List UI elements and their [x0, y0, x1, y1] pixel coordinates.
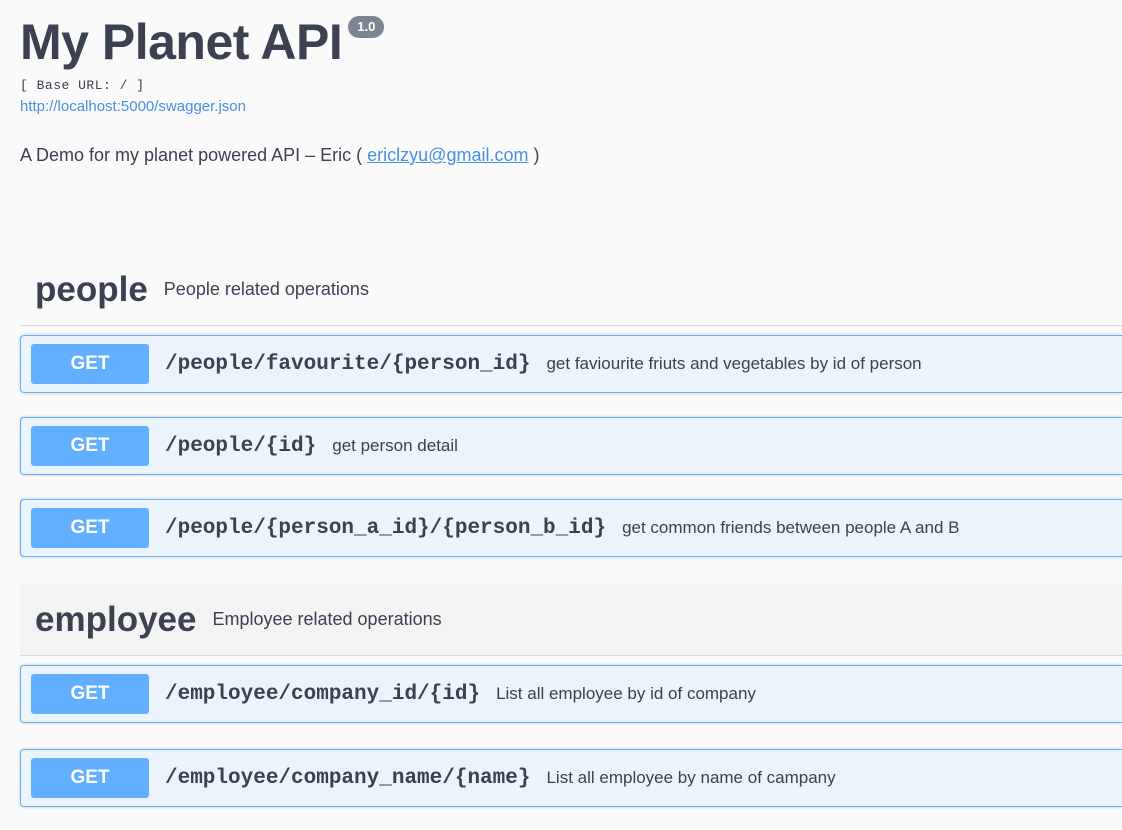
operation-get-people-favourite[interactable]: GET /people/favourite/{person_id} get fa… — [20, 335, 1122, 393]
operation-summary: get common friends between people A and … — [622, 518, 960, 537]
tag-name: people — [35, 269, 148, 309]
title-row: My Planet API 1.0 — [20, 12, 1100, 72]
description-end: ) — [528, 145, 540, 165]
tag-employee[interactable]: employee Employee related operations — [20, 584, 1122, 656]
operation-summary: get faviourite friuts and vegetables by … — [546, 354, 922, 373]
operation-summary: get person detail — [332, 436, 458, 455]
contact-email-link[interactable]: ericlzyu@gmail.com — [367, 145, 528, 165]
operation-path: /employee/company_name/{name} — [165, 766, 531, 790]
method-badge-get: GET — [31, 508, 149, 548]
tag-header-people[interactable]: people People related operations — [20, 254, 1122, 326]
method-badge-get: GET — [31, 674, 149, 714]
method-badge-get: GET — [31, 758, 149, 798]
operation-get-employee-company-id[interactable]: GET /employee/company_id/{id} List all e… — [20, 665, 1122, 723]
operation-path: /employee/company_id/{id} — [165, 682, 481, 706]
operation-get-people-id[interactable]: GET /people/{id} get person detail — [20, 417, 1122, 475]
operation-path: /people/{person_a_id}/{person_b_id} — [165, 516, 607, 540]
swagger-page: My Planet API 1.0 [ Base URL: / ] http:/… — [0, 0, 1122, 830]
tag-description: Employee related operations — [212, 609, 442, 629]
api-info: My Planet API 1.0 [ Base URL: / ] http:/… — [20, 12, 1100, 166]
operation-summary: List all employee by id of company — [496, 684, 756, 703]
description-text: A Demo for my planet powered API – Eric … — [20, 145, 368, 165]
operation-path: /people/favourite/{person_id} — [165, 352, 531, 376]
operation-summary: List all employee by name of campany — [546, 768, 836, 787]
api-description: A Demo for my planet powered API – Eric … — [20, 144, 1100, 166]
version-badge: 1.0 — [348, 16, 385, 38]
tag-people[interactable]: people People related operations — [20, 254, 1122, 326]
swagger-json-link[interactable]: http://localhost:5000/swagger.json — [20, 98, 1100, 116]
tag-header-employee[interactable]: employee Employee related operations — [20, 584, 1122, 656]
method-badge-get: GET — [31, 344, 149, 384]
tag-description: People related operations — [163, 279, 369, 299]
operation-path: /people/{id} — [165, 434, 317, 458]
operation-get-employee-company-name[interactable]: GET /employee/company_name/{name} List a… — [20, 749, 1122, 807]
operation-get-people-common-friends[interactable]: GET /people/{person_a_id}/{person_b_id} … — [20, 499, 1122, 557]
method-badge-get: GET — [31, 426, 149, 466]
base-url: [ Base URL: / ] — [20, 78, 145, 93]
tag-name: employee — [35, 599, 197, 639]
api-title: My Planet API — [20, 14, 343, 70]
